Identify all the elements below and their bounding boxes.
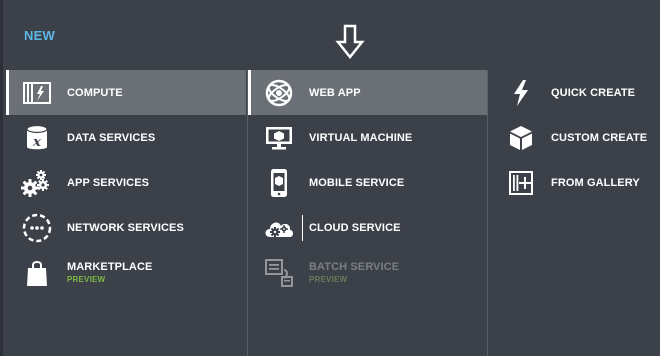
custom-create-option[interactable]: CUSTOM CREATE xyxy=(490,115,660,160)
database-icon: x xyxy=(20,122,54,154)
preview-badge: PREVIEW xyxy=(67,275,106,284)
category-label: APP SERVICES xyxy=(67,176,150,189)
category-label: COMPUTE xyxy=(67,86,123,99)
category-list: COMPUTE x DATA SERVICES APP SERVICES NET… xyxy=(6,70,246,356)
create-options-list: QUICK CREATE CUSTOM CREATE FROM GALLERY xyxy=(490,70,660,356)
create-option-label: CUSTOM CREATE xyxy=(551,131,648,144)
lightning-icon xyxy=(506,77,536,109)
category-label: DATA SERVICES xyxy=(67,131,156,144)
create-option-label: FROM GALLERY xyxy=(551,176,640,189)
svg-text:x: x xyxy=(32,135,41,150)
compute-item-mobile-service[interactable]: MOBILE SERVICE xyxy=(248,160,487,205)
compute-item-label: WEB APP xyxy=(309,86,361,99)
selection-accent xyxy=(6,70,9,115)
compute-item-cloud-service[interactable]: CLOUD SERVICE xyxy=(248,205,487,250)
compute-item-virtual-machine[interactable]: VIRTUAL MACHINE xyxy=(248,115,487,160)
text-cursor xyxy=(302,215,303,241)
shopping-bag-icon xyxy=(20,257,54,289)
from-gallery-option[interactable]: FROM GALLERY xyxy=(490,160,660,205)
gears-icon xyxy=(20,167,54,199)
batch-icon xyxy=(262,257,296,289)
compute-item-label: BATCH SERVICE xyxy=(309,261,400,273)
mobile-icon xyxy=(262,167,296,199)
monitor-icon xyxy=(262,122,296,154)
compute-icon xyxy=(20,77,54,109)
preview-badge: PREVIEW xyxy=(309,275,348,284)
category-data-services[interactable]: x DATA SERVICES xyxy=(6,115,246,160)
create-option-label: QUICK CREATE xyxy=(551,86,636,99)
new-panel: NEW COMPUTE x DATA SERVICES APP SERVICES… xyxy=(0,0,660,356)
compute-item-label: CLOUD SERVICE xyxy=(309,221,401,234)
category-label: MARKETPLACE xyxy=(67,261,153,273)
quick-create-option[interactable]: QUICK CREATE xyxy=(490,70,660,115)
globe-icon xyxy=(262,77,296,109)
network-icon xyxy=(20,212,54,244)
compute-item-label: VIRTUAL MACHINE xyxy=(309,131,413,144)
category-marketplace[interactable]: MARKETPLACE PREVIEW xyxy=(6,250,246,295)
compute-list: WEB APP VIRTUAL MACHINE MOBILE SERVICE C… xyxy=(247,70,488,356)
compute-item-label: MOBILE SERVICE xyxy=(309,176,405,189)
box-icon xyxy=(506,122,536,154)
panel-title: NEW xyxy=(24,28,55,43)
down-arrow-icon xyxy=(335,24,365,60)
selection-accent xyxy=(248,70,251,115)
cloud-gear-icon xyxy=(262,212,296,244)
category-label: NETWORK SERVICES xyxy=(67,221,184,234)
category-compute[interactable]: COMPUTE xyxy=(6,70,246,115)
compute-item-batch-service: BATCH SERVICE PREVIEW xyxy=(248,250,487,295)
category-network-services[interactable]: NETWORK SERVICES xyxy=(6,205,246,250)
compute-item-web-app[interactable]: WEB APP xyxy=(248,70,487,115)
gallery-plus-icon xyxy=(506,167,536,199)
category-app-services[interactable]: APP SERVICES xyxy=(6,160,246,205)
